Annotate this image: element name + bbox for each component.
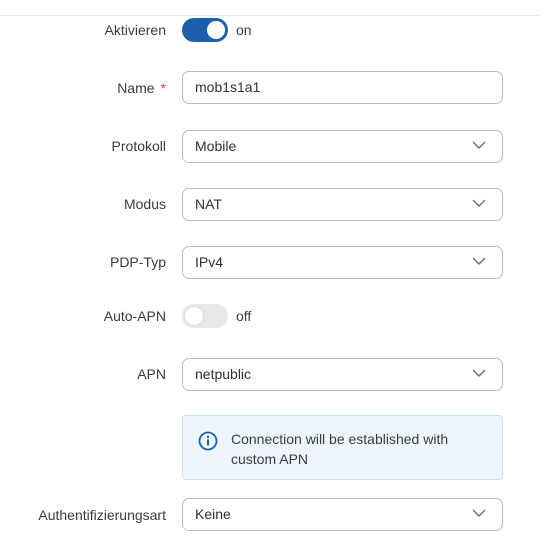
name-label: Name * (117, 80, 166, 96)
name-label-text: Name (117, 80, 155, 96)
auth-select-value: Keine (195, 506, 231, 522)
protocol-select-value: Mobile (195, 138, 237, 154)
chevron-down-icon (472, 257, 486, 265)
protocol-label: Protokoll (111, 138, 166, 154)
name-input[interactable]: mob1s1a1 (182, 71, 503, 104)
apn-select[interactable]: netpublic (182, 358, 503, 391)
enable-state-text: on (236, 22, 252, 38)
apn-info-text: Connection will be established with cust… (231, 431, 449, 467)
pdp-type-select[interactable]: IPv4 (182, 246, 503, 279)
info-icon (198, 431, 218, 451)
protocol-select[interactable]: Mobile (182, 130, 503, 163)
required-marker: * (160, 80, 166, 96)
auto-apn-toggle[interactable] (182, 304, 228, 328)
apn-info-notice: Connection will be established with cust… (182, 415, 503, 480)
toggle-knob (185, 307, 203, 325)
auto-apn-state-text: off (236, 308, 252, 324)
auto-apn-label: Auto-APN (103, 308, 166, 324)
apn-label: APN (137, 366, 166, 382)
pdp-type-label: PDP-Typ (109, 254, 166, 270)
enable-label: Aktivieren (104, 22, 166, 38)
chevron-down-icon (472, 141, 486, 149)
chevron-down-icon (472, 369, 486, 377)
mode-select-value: NAT (195, 196, 222, 212)
top-divider (0, 15, 541, 16)
auth-select[interactable]: Keine (182, 498, 503, 531)
auth-label: Authentifizierungsart (38, 507, 166, 523)
mode-label: Modus (123, 196, 166, 212)
name-input-value: mob1s1a1 (195, 79, 261, 95)
toggle-knob (207, 21, 225, 39)
chevron-down-icon (472, 199, 486, 207)
enable-toggle[interactable] (182, 18, 228, 42)
mode-select[interactable]: NAT (182, 188, 503, 221)
apn-select-value: netpublic (195, 366, 252, 382)
pdp-type-select-value: IPv4 (195, 254, 224, 270)
chevron-down-icon (472, 509, 486, 517)
